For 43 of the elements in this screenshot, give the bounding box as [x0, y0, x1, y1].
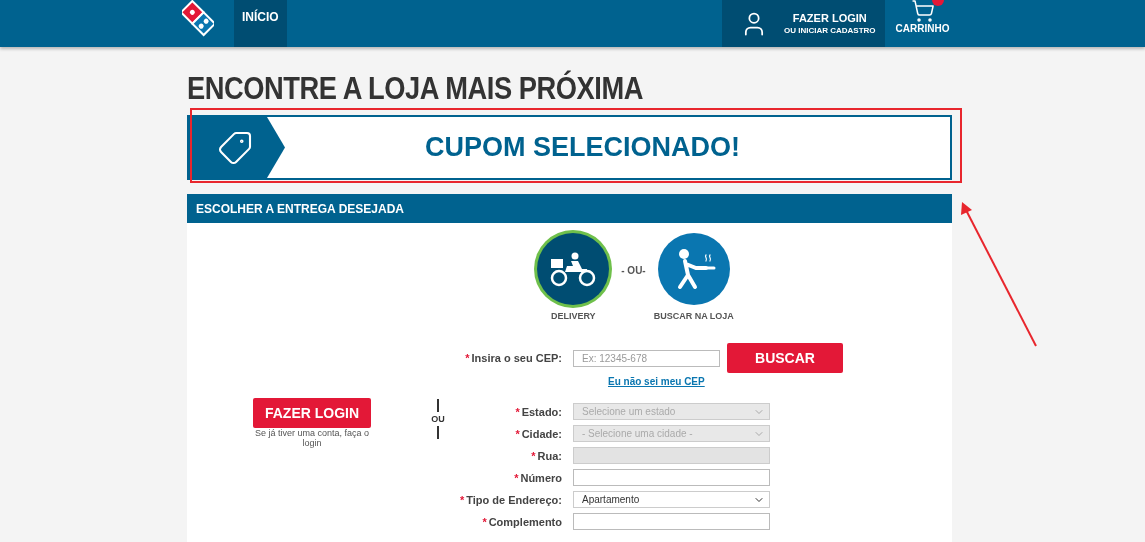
text-input-field[interactable]	[573, 513, 770, 530]
field-label: * Rua:	[530, 449, 562, 462]
login-link[interactable]: FAZER LOGIN OU INICIAR CADASTRO	[722, 0, 885, 47]
cart-link[interactable]: CARRINHO	[885, 0, 960, 47]
login-subtitle: OU INICIAR CADASTRO	[784, 26, 876, 35]
cart-label: CARRINHO	[895, 23, 950, 34]
required-mark: *	[531, 449, 536, 462]
nav-link[interactable]: INÍCIO	[234, 0, 287, 47]
field-label: * Número	[513, 471, 562, 484]
search-button[interactable]: BUSCAR	[727, 343, 843, 373]
required-mark: *	[514, 471, 519, 484]
option-label: DELIVERY	[550, 311, 596, 321]
required-mark: *	[459, 493, 465, 506]
page-title: ENCONTRE A LOJA MAIS PRÓXIMA	[187, 71, 644, 107]
tag-icon	[217, 129, 253, 166]
text-input-field[interactable]	[573, 469, 770, 486]
unknown-cep-link[interactable]: Eu não sei meu CEP	[608, 376, 705, 387]
or-label: OU	[431, 414, 445, 424]
field-label: * Estado:	[514, 405, 562, 418]
required-mark: *	[465, 352, 470, 364]
login-hint: Se já tiver uma conta, faça o login	[253, 429, 371, 449]
cep-input-field[interactable]: Ex: 12345-678	[573, 349, 720, 367]
panel-title: ESCOLHER A ENTREGA DESEJADA	[187, 194, 952, 223]
cart-icon	[910, 0, 935, 23]
option-label: BUSCAR NA LOJA	[653, 311, 734, 321]
coupon-banner-text: CUPOM SELECIONADO!	[424, 132, 741, 163]
required-mark: *	[482, 515, 487, 528]
required-mark: *	[515, 405, 520, 418]
delivery-option[interactable]: DELIVERY	[533, 233, 614, 321]
select-field[interactable]: Apartamento	[573, 491, 770, 508]
login-title: FAZER LOGIN	[792, 12, 867, 24]
field-label: * Complemento	[481, 515, 562, 528]
motorcycle-courier-icon	[549, 251, 598, 287]
or-separator: - OU-	[621, 265, 646, 276]
domino-logo[interactable]	[182, 0, 214, 38]
login-button[interactable]: FAZER LOGIN	[253, 398, 371, 428]
divider-bar	[437, 426, 439, 439]
field-label: * Cidade:	[514, 427, 562, 440]
required-mark: *	[515, 427, 520, 440]
delivery-option[interactable]: BUSCAR NA LOJA	[653, 233, 734, 321]
field-label: * Tipo de Endereço:	[458, 493, 562, 506]
divider-bar	[437, 399, 439, 412]
field-label: * Insira o seu CEP:	[464, 352, 562, 364]
